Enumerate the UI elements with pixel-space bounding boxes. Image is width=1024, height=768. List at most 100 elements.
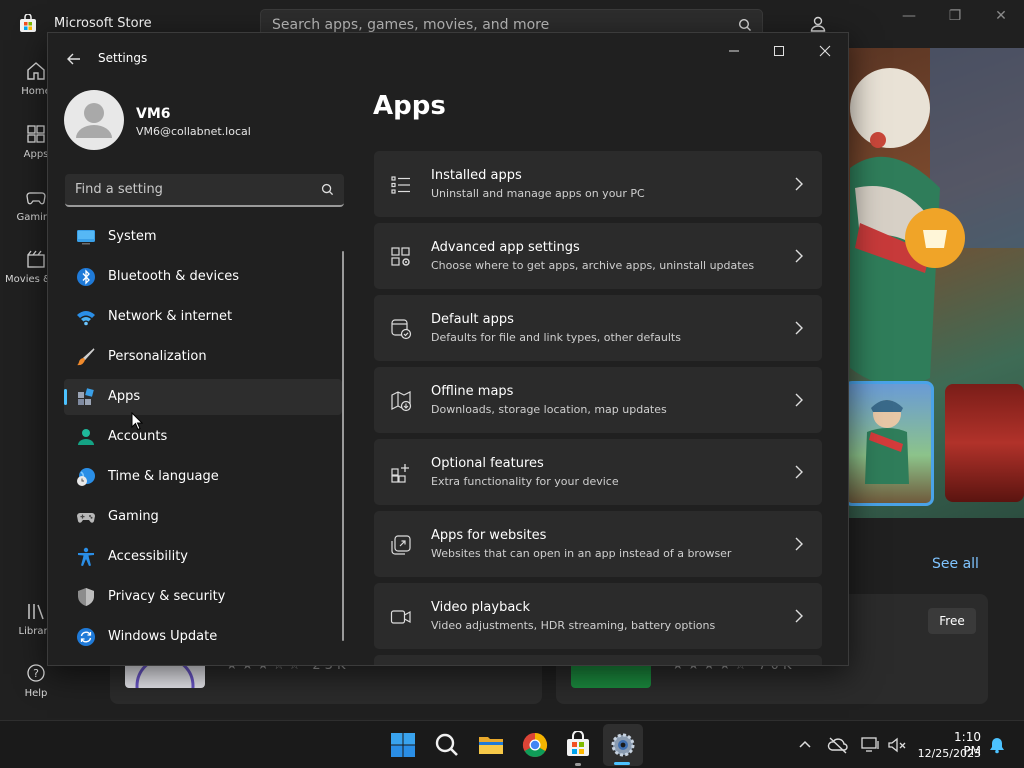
search-input[interactable] [65,174,305,205]
sidebar-item-privacy[interactable]: Privacy & security [64,579,342,615]
chevron-right-icon [795,537,803,551]
find-setting-box[interactable] [65,174,344,207]
search-icon[interactable] [738,18,752,32]
chevron-right-icon [795,249,803,263]
sidebar-item-label: Time & language [108,469,219,484]
card-video-playback[interactable]: Video playback Video adjustments, HDR st… [374,583,822,649]
search-icon[interactable] [433,731,461,759]
card-subtitle: Video adjustments, HDR streaming, batter… [431,619,716,632]
store-maximize-button[interactable]: ❐ [932,8,978,28]
sidebar-item-bluetooth[interactable]: Bluetooth & devices [64,259,342,295]
accessibility-icon [78,547,94,566]
store-logo-icon [20,14,36,32]
user-name: VM6 [136,106,171,122]
chevron-right-icon [795,393,803,407]
hero-thumbnail[interactable] [844,381,934,506]
apps-icon [78,388,94,405]
settings-nav: System Bluetooth & devices Network & int… [64,219,342,659]
price-badge: Free [928,608,976,634]
card-subtitle: Extra functionality for your device [431,475,619,488]
close-button[interactable] [810,41,840,61]
card-title: Advanced app settings [431,240,580,255]
card-default-apps[interactable]: Default apps Defaults for file and link … [374,295,822,361]
card-offline-maps[interactable]: Offline maps Downloads, storage location… [374,367,822,433]
app-settings-icon [391,247,410,266]
globe-clock-icon [77,468,95,486]
hero-thumbnail[interactable] [945,384,1024,502]
help-icon: ? [27,664,45,682]
store-nav-help[interactable]: ? Help [0,662,72,699]
windows-start-icon[interactable] [389,731,417,759]
sidebar-item-accounts[interactable]: Accounts [64,419,342,455]
user-email: VM6@collabnet.local [136,125,251,138]
sidebar-item-label: Privacy & security [108,589,226,604]
default-apps-icon [391,319,412,340]
running-indicator [575,763,581,766]
mouse-cursor-icon [131,412,143,431]
card-optional-features[interactable]: Optional features Extra functionality fo… [374,439,822,505]
chrome-icon[interactable] [521,731,549,759]
map-icon [391,391,412,412]
accounts-icon [78,429,94,445]
onedrive-offline-icon[interactable] [827,735,849,755]
wifi-icon [77,311,95,326]
card-title: Apps for websites [431,528,547,543]
bluetooth-icon [77,268,95,286]
selection-indicator [64,389,67,405]
sidebar-item-apps[interactable]: Apps [64,379,342,415]
network-icon[interactable] [860,735,882,755]
shield-icon [78,588,94,606]
update-icon [77,628,95,646]
card-title: Default apps [431,312,514,327]
clock-date[interactable]: 12/25/2023 [903,747,981,760]
store-nav-label: Help [24,688,48,699]
sidebar-item-label: Bluetooth & devices [108,269,239,284]
sidebar-item-time-language[interactable]: Time & language [64,459,342,495]
chevron-up-icon[interactable] [798,738,812,752]
card-title: Offline maps [431,384,514,399]
minimize-button[interactable] [719,41,749,61]
store-icon[interactable] [564,731,592,759]
avatar[interactable] [64,90,124,150]
card-title: Optional features [431,456,544,471]
settings-gear-icon[interactable] [609,731,637,759]
chevron-right-icon [795,321,803,335]
active-indicator [614,762,630,765]
see-all-link[interactable]: See all [932,556,979,572]
sidebar-item-network[interactable]: Network & internet [64,299,342,335]
gaming-icon [26,192,46,205]
card-installed-apps[interactable]: Installed apps Uninstall and manage apps… [374,151,822,217]
store-nav-label: Apps [23,149,49,160]
card-partial[interactable] [374,655,822,665]
list-icon [391,176,410,194]
store-close-button[interactable]: ✕ [978,8,1024,28]
notification-bell-icon[interactable] [988,736,1006,754]
store-minimize-button[interactable]: — [886,8,932,28]
search-icon[interactable] [321,183,334,196]
nav-scrollbar[interactable] [342,251,344,641]
card-apps-for-websites[interactable]: Apps for websites Websites that can open… [374,511,822,577]
store-search-placeholder: Search apps, games, movies, and more [272,17,550,33]
sidebar-item-label: Windows Update [108,629,218,644]
sidebar-item-accessibility[interactable]: Accessibility [64,539,342,575]
brush-icon [77,348,95,366]
back-arrow-icon[interactable] [62,47,86,71]
file-explorer-icon[interactable] [477,731,505,759]
chevron-right-icon [795,609,803,623]
card-subtitle: Choose where to get apps, archive apps, … [431,259,755,272]
controller-icon [77,513,95,523]
sidebar-item-gaming[interactable]: Gaming [64,499,342,535]
store-title: Microsoft Store [54,16,152,31]
optional-features-icon [391,464,409,483]
system-icon [77,230,95,245]
sidebar-item-label: Network & internet [108,309,233,324]
sidebar-item-personalization[interactable]: Personalization [64,339,342,375]
card-advanced-app-settings[interactable]: Advanced app settings Choose where to ge… [374,223,822,289]
card-title: Video playback [431,600,530,615]
sidebar-item-system[interactable]: System [64,219,342,255]
card-subtitle: Downloads, storage location, map updates [431,403,667,416]
card-subtitle: Defaults for file and link types, other … [431,331,681,344]
sidebar-item-windows-update[interactable]: Windows Update [64,619,342,655]
maximize-button[interactable] [764,41,794,61]
card-subtitle: Websites that can open in an app instead… [431,547,732,560]
